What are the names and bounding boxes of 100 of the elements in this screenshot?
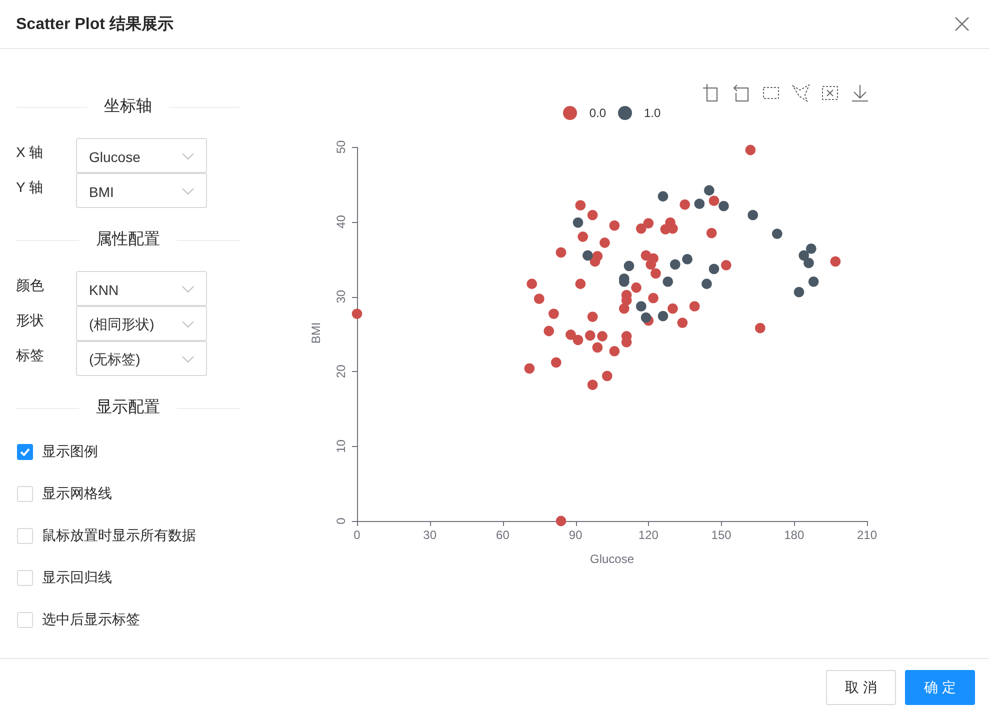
checkbox-label[interactable]: 选中后显示标签: [42, 611, 140, 629]
axis-tick-label: 30: [334, 290, 348, 304]
scatter-point: [650, 268, 661, 279]
scatter-point: [806, 244, 816, 254]
scatter-point: [636, 223, 646, 234]
scatter-point: [702, 278, 712, 290]
scatter-point: [668, 223, 678, 234]
field-label: X 轴: [16, 143, 44, 162]
scatter-point: [646, 259, 656, 270]
scatter-point: [548, 308, 559, 319]
scatter-point: [609, 220, 620, 231]
axis-tick-label: 120: [638, 528, 658, 542]
chevron-down-icon: [182, 188, 194, 195]
chevron-down-icon: [182, 153, 194, 160]
chevron-down-icon: [182, 356, 194, 363]
axis-tick-label: 180: [784, 528, 804, 542]
scatter-point: [708, 196, 720, 206]
scatter-point: [609, 346, 620, 356]
checkbox-label[interactable]: 显示回归线: [42, 569, 112, 587]
axis-title: BMI: [309, 322, 323, 344]
scatter-point: [677, 318, 688, 328]
select-field[interactable]: BMI: [76, 173, 207, 208]
scatter-point: [572, 334, 584, 346]
scatter-point: [772, 228, 782, 239]
check-icon: [20, 448, 30, 456]
scatter-point: [754, 322, 766, 334]
legend-label[interactable]: 0.0: [589, 106, 606, 120]
scatter-point: [621, 337, 632, 348]
scatter-point: [658, 310, 668, 322]
scatter-point: [794, 286, 804, 298]
scatter-point: [718, 200, 729, 212]
download-icon[interactable]: [851, 84, 869, 102]
scatter-point: [708, 264, 720, 274]
axis-tick-label: 60: [496, 528, 510, 542]
select-field[interactable]: Glucose: [76, 138, 207, 173]
scatter-point: [544, 326, 554, 336]
axis-tick-label: 10: [334, 440, 348, 453]
dialog-title: Scatter Plot 结果展示: [16, 14, 174, 34]
scatter-point: [720, 260, 732, 270]
axis-tick-label: 0: [354, 528, 360, 542]
scatter-point: [798, 250, 810, 261]
scatter-point: [575, 278, 586, 290]
scatter-point: [689, 301, 700, 312]
checkbox-label[interactable]: 显示图例: [42, 443, 98, 461]
scatter-point: [592, 342, 603, 353]
scatter-point: [556, 247, 566, 258]
scatter-point: [668, 303, 678, 314]
scatter-point: [706, 228, 717, 238]
select-field[interactable]: (相同形状): [76, 306, 207, 341]
scatter-point: [524, 363, 535, 374]
checkbox[interactable]: [17, 444, 33, 460]
scatter-point: [624, 260, 634, 272]
scatter-point: [658, 191, 668, 202]
axis-tick-label: 40: [334, 215, 348, 228]
scatter-point: [556, 516, 566, 526]
scatter-point: [597, 331, 608, 342]
scatter-point: [582, 250, 593, 261]
scatter-point: [682, 254, 692, 264]
axis-tick-label: 90: [568, 528, 582, 542]
scatter-point: [808, 276, 819, 287]
scatter-point: [550, 357, 562, 368]
scatter-point: [578, 232, 588, 242]
section-title: 属性配置: [95, 230, 161, 250]
scatter-point: [643, 218, 654, 228]
cancel-button[interactable]: 取 消: [826, 670, 896, 705]
field-label: 颜色: [16, 276, 45, 295]
axis-tick-label: 0: [334, 518, 348, 524]
axis-tick-label: 150: [711, 528, 732, 542]
scatter-point: [526, 278, 538, 290]
scatter-point: [680, 199, 690, 210]
chevron-down-icon: [182, 321, 194, 328]
scatter-point: [648, 292, 658, 304]
scatter-point: [584, 330, 596, 341]
scatter-point: [662, 276, 674, 287]
select-field[interactable]: KNN: [76, 271, 207, 306]
scatter-point: [618, 303, 630, 314]
scatter-point: [745, 144, 756, 156]
scatter-point: [587, 210, 598, 220]
checkbox-label[interactable]: 显示网格线: [42, 485, 112, 503]
scatter-point: [830, 256, 841, 267]
scatter-point: [352, 308, 362, 319]
axis-tick-label: 50: [334, 140, 348, 154]
select-field[interactable]: (无标签): [76, 341, 207, 376]
dashed-box-x-icon[interactable]: [821, 84, 840, 102]
close-button[interactable]: [955, 17, 969, 31]
dashed-rectangle-icon[interactable]: [762, 84, 780, 102]
close-icon: [955, 17, 969, 31]
scatter-point: [572, 217, 584, 228]
scatter-point: [602, 370, 612, 382]
checkbox-label[interactable]: 鼠标放置时显示所有数据: [42, 527, 196, 545]
legend-label[interactable]: 1.0: [644, 106, 661, 120]
scatter-point: [636, 301, 646, 312]
scatter-point: [804, 258, 814, 268]
dashed-polygon-icon[interactable]: [792, 84, 810, 102]
scatter-point: [670, 259, 680, 270]
scatter-point: [631, 282, 642, 293]
undo-icon[interactable]: [732, 84, 751, 102]
section-title: 坐标轴: [103, 96, 153, 117]
scatter-point: [566, 330, 576, 340]
axis-tick-label: 30: [423, 528, 437, 542]
